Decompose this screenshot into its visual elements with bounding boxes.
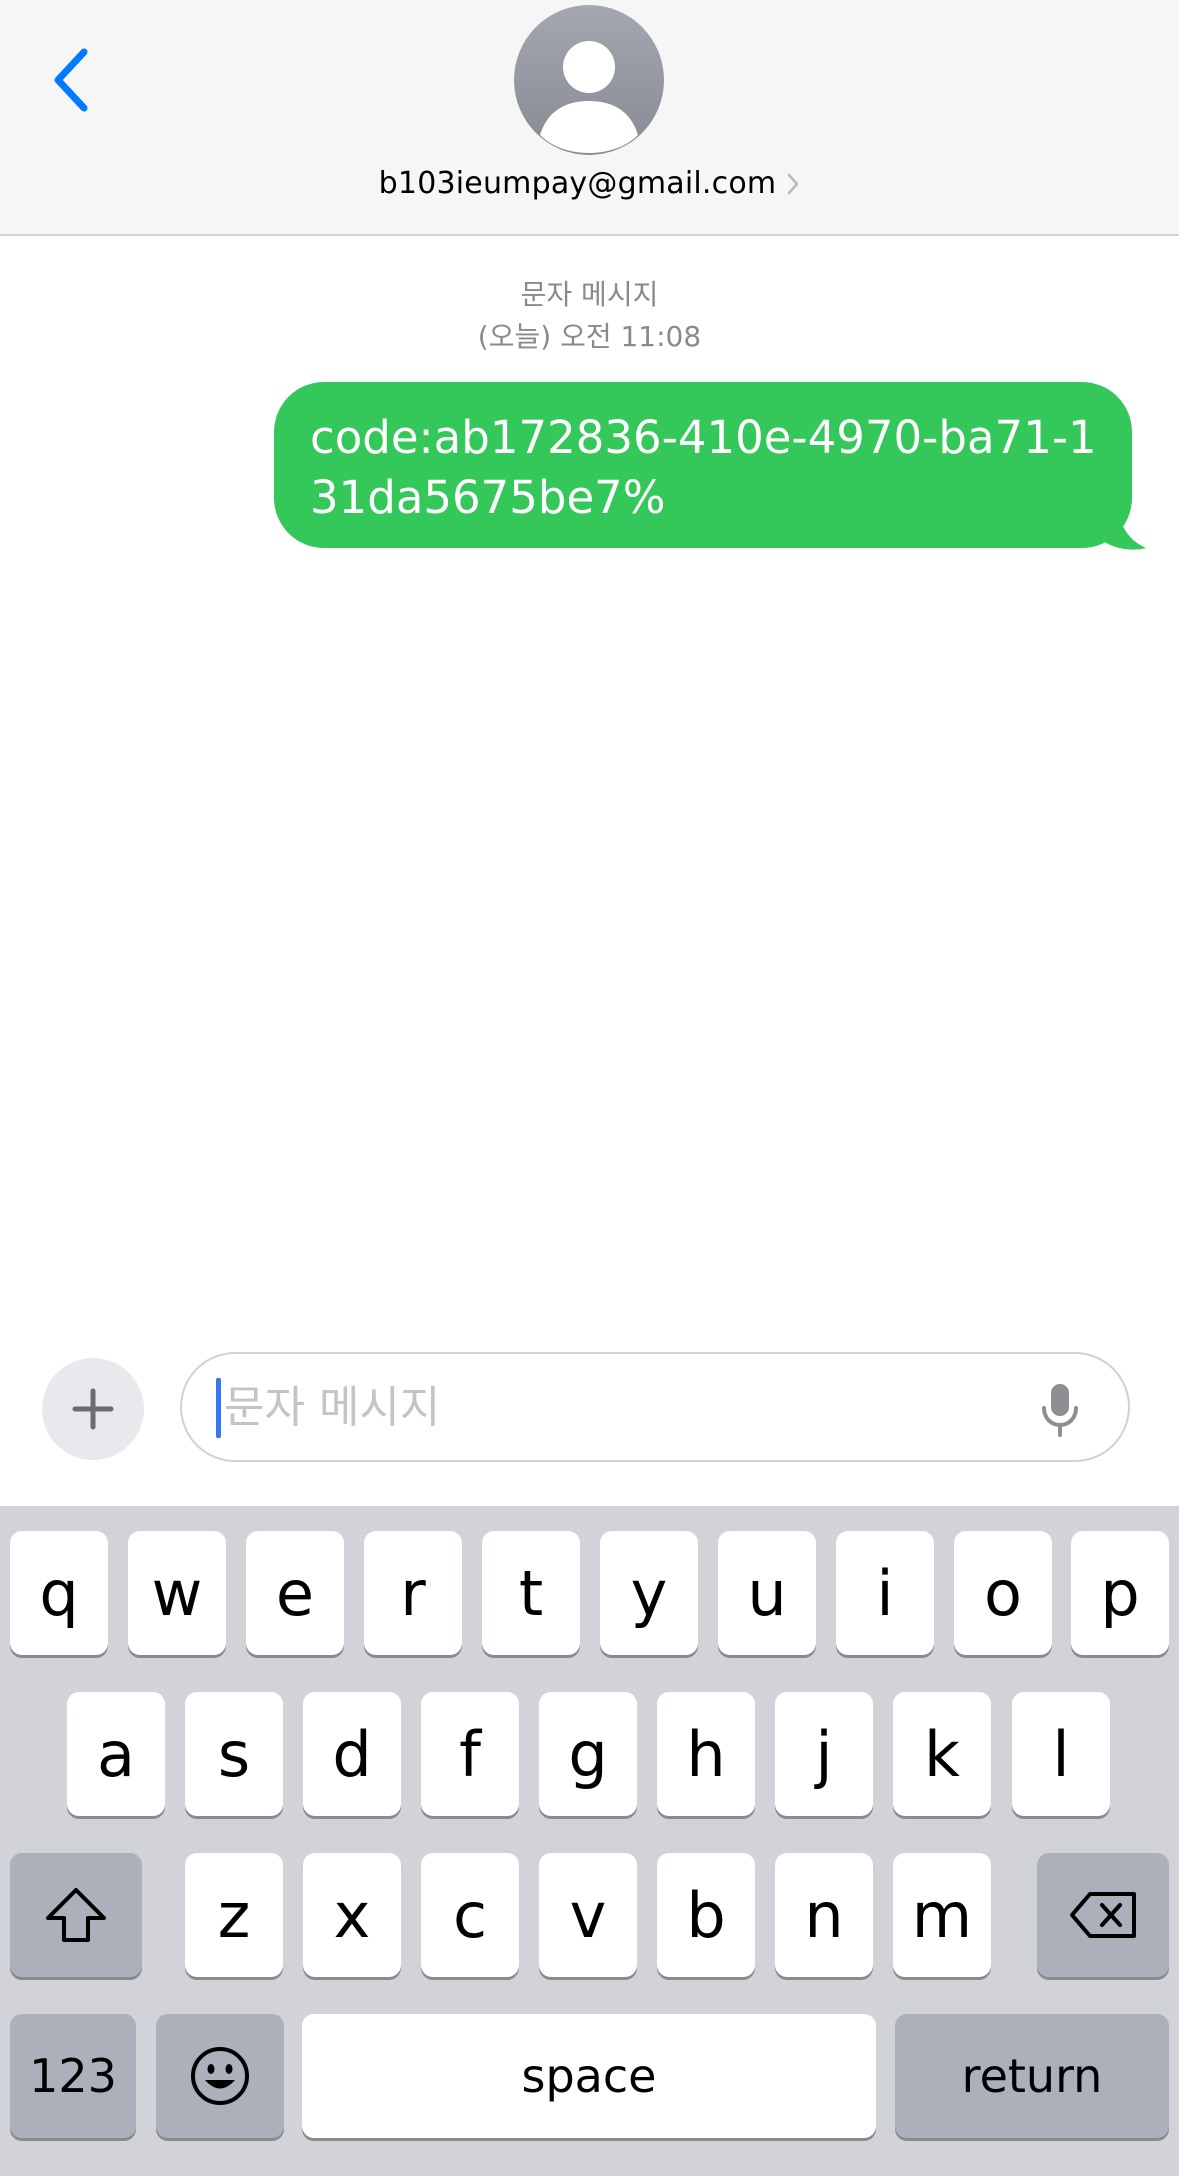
contact-name: b103ieumpay@gmail.com	[378, 166, 777, 201]
key-a[interactable]: a	[67, 1692, 165, 1816]
text-caret	[216, 1378, 221, 1438]
return-key[interactable]: return	[895, 2014, 1169, 2138]
message-timestamp: (오늘) 오전 11:08	[477, 320, 702, 353]
microphone-icon[interactable]	[1040, 1382, 1080, 1438]
key-h[interactable]: h	[657, 1692, 755, 1816]
chevron-left-icon	[54, 48, 88, 112]
delete-backspace-icon	[1070, 1892, 1136, 1938]
key-p[interactable]: p	[1071, 1531, 1169, 1655]
key-b[interactable]: b	[657, 1853, 755, 1977]
plus-icon	[72, 1388, 114, 1430]
message-input[interactable]: 문자 메시지	[180, 1352, 1130, 1462]
message-bubble: code:ab172836-410e-4970-ba71-131da5675be…	[274, 382, 1132, 548]
key-d[interactable]: d	[303, 1692, 401, 1816]
key-r[interactable]: r	[364, 1531, 462, 1655]
key-u[interactable]: u	[718, 1531, 816, 1655]
key-f[interactable]: f	[421, 1692, 519, 1816]
key-j[interactable]: j	[775, 1692, 873, 1816]
key-n[interactable]: n	[775, 1853, 873, 1977]
thread-meta: 문자 메시지 (오늘) 오전 11:08	[0, 274, 1179, 358]
space-key-label: space	[521, 2049, 657, 2103]
key-q[interactable]: q	[10, 1531, 108, 1655]
back-button[interactable]	[40, 40, 100, 120]
message-text: code:ab172836-410e-4970-ba71-131da5675be…	[310, 411, 1097, 524]
shift-key[interactable]	[10, 1853, 142, 1977]
keyboard: q w e r t y u i o p a s d f g h j k l z …	[0, 1506, 1179, 2176]
key-x[interactable]: x	[303, 1853, 401, 1977]
conversation-header: b103ieumpay@gmail.com	[0, 0, 1179, 236]
key-c[interactable]: c	[421, 1853, 519, 1977]
key-m[interactable]: m	[893, 1853, 991, 1977]
key-t[interactable]: t	[482, 1531, 580, 1655]
key-e[interactable]: e	[246, 1531, 344, 1655]
key-y[interactable]: y	[600, 1531, 698, 1655]
key-s[interactable]: s	[185, 1692, 283, 1816]
emoji-key[interactable]	[156, 2014, 284, 2138]
key-v[interactable]: v	[539, 1853, 637, 1977]
emoji-icon	[191, 2047, 249, 2105]
message-placeholder: 문자 메시지	[224, 1382, 441, 1433]
delete-key[interactable]	[1037, 1853, 1169, 1977]
shift-icon	[46, 1888, 106, 1942]
key-o[interactable]: o	[954, 1531, 1052, 1655]
key-g[interactable]: g	[539, 1692, 637, 1816]
numbers-key-label: 123	[29, 2049, 117, 2103]
key-k[interactable]: k	[893, 1692, 991, 1816]
bubble-tail	[1102, 498, 1146, 550]
contact-details-link[interactable]: b103ieumpay@gmail.com	[0, 166, 1179, 201]
chevron-right-icon	[788, 173, 799, 194]
service-label: 문자 메시지	[520, 278, 659, 311]
key-w[interactable]: w	[128, 1531, 226, 1655]
return-key-label: return	[961, 2049, 1103, 2103]
contact-avatar[interactable]	[514, 5, 664, 155]
key-i[interactable]: i	[836, 1531, 934, 1655]
add-attachment-button[interactable]	[42, 1358, 144, 1460]
person-icon	[540, 41, 638, 153]
key-l[interactable]: l	[1012, 1692, 1110, 1816]
key-z[interactable]: z	[185, 1853, 283, 1977]
message-outgoing[interactable]: code:ab172836-410e-4970-ba71-131da5675be…	[274, 382, 1146, 550]
numbers-key[interactable]: 123	[10, 2014, 136, 2138]
space-key[interactable]: space	[302, 2014, 876, 2138]
